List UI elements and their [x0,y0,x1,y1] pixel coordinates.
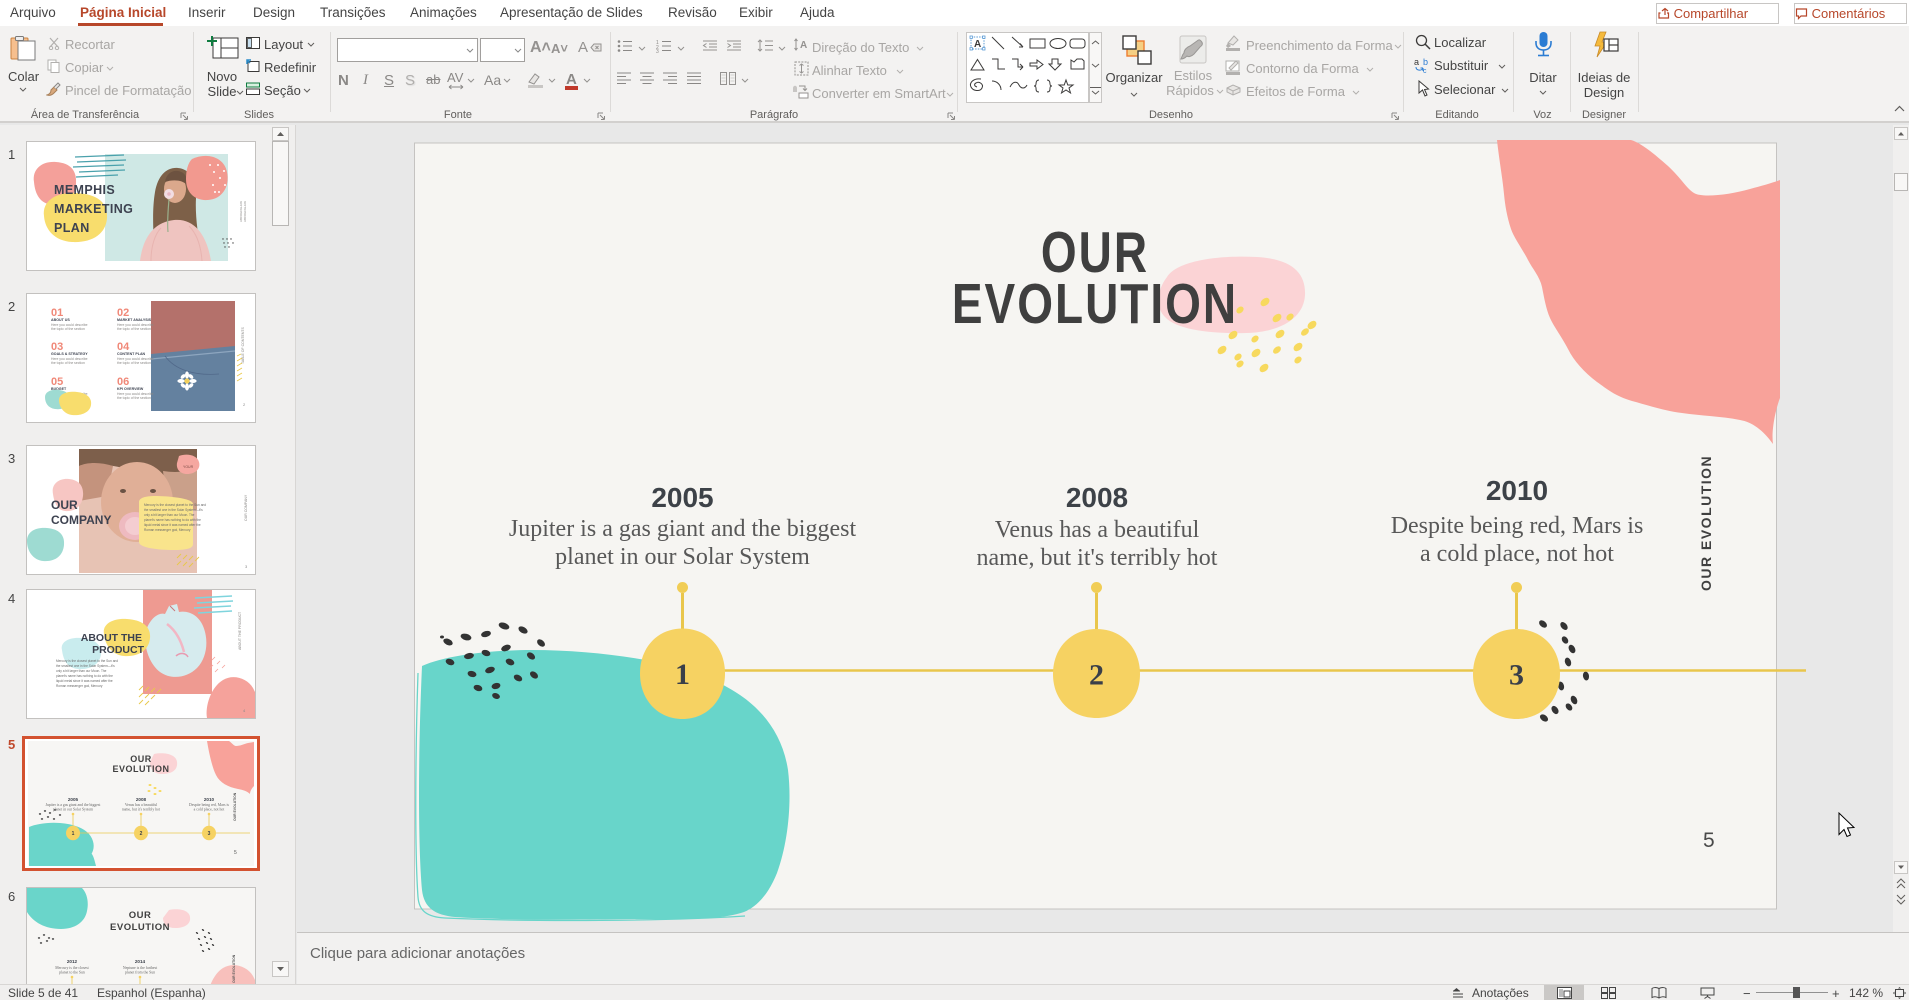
svg-text:YOUR: YOUR [183,465,194,469]
svg-text:KPI OVERVIEW: KPI OVERVIEW [117,387,144,391]
svg-text:EVOLUTION: EVOLUTION [110,922,170,933]
svg-text:the topic of the section: the topic of the section [51,327,85,331]
svg-text:2010: 2010 [1486,475,1548,506]
svg-text:Neptune is the farthest: Neptune is the farthest [123,966,158,970]
svg-text:PLAN: PLAN [54,221,90,235]
svg-text:ABOUT US: ABOUT US [51,318,70,322]
svg-text:PRODUCT: PRODUCT [92,644,145,656]
svg-text:EVOLUTION: EVOLUTION [952,273,1238,335]
svg-text:the topic of the section: the topic of the section [117,361,151,365]
svg-text:2014: 2014 [135,959,146,964]
svg-text:ABOUT THE: ABOUT THE [81,632,142,644]
svg-text:b: b [1423,57,1428,67]
svg-text:Mercury is the closest planet: Mercury is the closest planet to the Sun… [144,503,206,507]
svg-text:OUR: OUR [129,910,152,921]
svg-text:2005: 2005 [68,797,79,802]
svg-text:planet in our Solar System: planet in our Solar System [53,808,93,812]
svg-text:Jupiter is a gas giant and the: Jupiter is a gas giant and the biggest [509,516,857,542]
svg-text:2: 2 [1089,659,1104,692]
svg-text:the topic of the section: the topic of the section [117,396,151,400]
svg-text:Venus has a beautiful: Venus has a beautiful [125,803,157,807]
svg-text:the topic of the section: the topic of the section [117,327,151,331]
svg-text:OUR EVOLUTION: OUR EVOLUTION [233,792,237,821]
svg-text:EVOLUTION: EVOLUTION [112,764,169,774]
svg-text:planet from the Sun: planet from the Sun [125,971,155,975]
svg-text:the topic of the section: the topic of the section [51,361,85,365]
svg-text:2008: 2008 [1066,482,1128,513]
svg-text:Roman messenger god, Mercury: Roman messenger god, Mercury [56,684,103,688]
svg-text:planet to the Sun: planet to the Sun [59,971,85,975]
svg-text:2012: 2012 [67,959,78,964]
svg-text:MEMPHIS: MEMPHIS [54,183,115,197]
svg-text:a: a [1414,57,1419,67]
svg-text:OUR COMPANY: OUR COMPANY [244,494,248,521]
svg-text:3: 3 [1509,659,1524,692]
svg-text:ABOUT THE PRODUCT: ABOUT THE PRODUCT [238,611,242,650]
svg-text:c: c [1423,68,1427,73]
svg-text:GOALS & STRATEGY: GOALS & STRATEGY [51,352,88,356]
svg-text:Despite being red, Mars is: Despite being red, Mars is [1391,513,1644,539]
svg-text:5: 5 [234,850,237,856]
svg-text:liquid metal since it was name: liquid metal since it was named after th… [56,679,113,683]
svg-text:CONTENT PLAN: CONTENT PLAN [117,352,146,356]
svg-text:Mercury is the closest: Mercury is the closest [55,966,89,970]
svg-text:2008: 2008 [136,797,147,802]
svg-text:1: 1 [72,831,75,837]
svg-text:2: 2 [140,831,143,837]
svg-text:3: 3 [656,49,659,53]
svg-text:ABCDEFGHIJK: ABCDEFGHIJK [243,201,247,222]
svg-text:1: 1 [675,658,690,691]
svg-text:OUR: OUR [51,498,78,512]
svg-text:3: 3 [208,831,211,837]
svg-text:name, but it's terribly hot: name, but it's terribly hot [977,545,1218,571]
svg-text:only a bit larger than our Moo: only a bit larger than our Moon. The [56,669,107,673]
svg-text:Mercury is the closest planet: Mercury is the closest planet to the Sun… [56,659,118,663]
svg-text:MARKETING: MARKETING [54,202,133,216]
svg-text:OUR EVOLUTION: OUR EVOLUTION [232,954,236,983]
svg-text:only a bit larger than our Moo: only a bit larger than our Moon. The [144,513,195,517]
svg-text:2005: 2005 [651,482,713,513]
svg-text:COMPANY: COMPANY [51,513,111,527]
svg-text:5: 5 [1703,829,1715,852]
svg-text:planet in our Solar System: planet in our Solar System [555,544,810,570]
svg-text:OUR: OUR [130,754,152,764]
svg-text:planet's name has nothing to d: planet's name has nothing to do with the [144,518,201,522]
svg-text:planet's name has nothing to d: planet's name has nothing to do with the [56,674,113,678]
svg-text:liquid metal since it was name: liquid metal since it was named after th… [144,523,201,527]
svg-text:MARKET ANALYSIS: MARKET ANALYSIS [117,318,152,322]
svg-text:the smallest one in the Solar: the smallest one in the Solar System―it'… [56,664,115,668]
svg-text:Jupiter is a gas giant and the: Jupiter is a gas giant and the biggest [46,803,102,807]
svg-text:the smallest one in the Solar: the smallest one in the Solar System―it'… [144,508,203,512]
svg-text:OUR EVOLUTION: OUR EVOLUTION [1698,455,1714,591]
svg-text:A: A [800,40,807,51]
svg-text:A: A [974,39,981,50]
svg-text:2010: 2010 [204,797,215,802]
svg-text:a cold place, not hot: a cold place, not hot [1420,541,1614,567]
svg-text:Roman messenger god, Mercury: Roman messenger god, Mercury [144,528,191,532]
svg-text:Venus has a beautiful: Venus has a beautiful [995,517,1200,543]
